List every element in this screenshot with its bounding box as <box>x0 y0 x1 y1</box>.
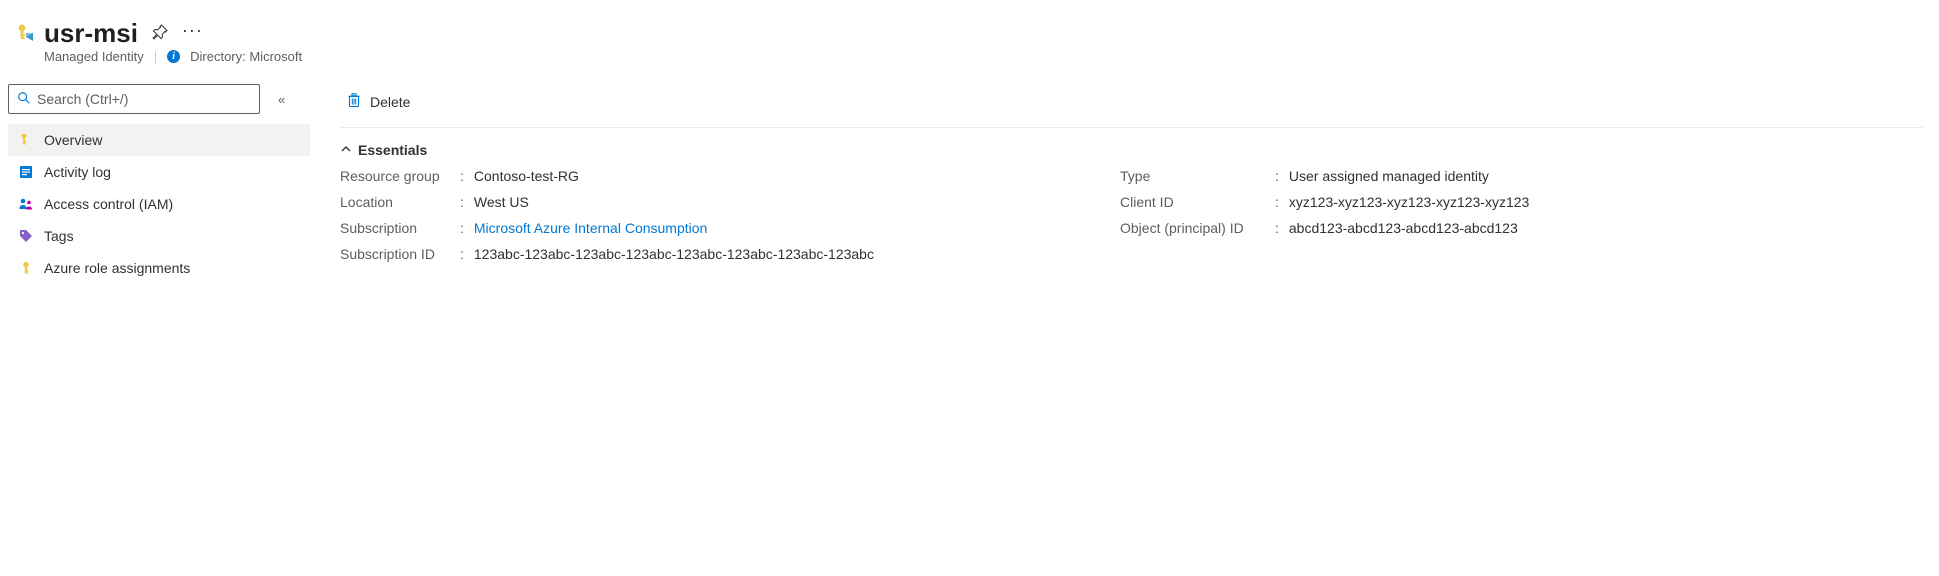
divider: | <box>154 49 157 64</box>
sidebar-item-label: Azure role assignments <box>44 260 190 276</box>
essentials-toggle[interactable]: Essentials <box>340 128 1923 168</box>
field-label: Resource group <box>340 168 460 184</box>
essentials-row-resource-group: Resource group : Contoso-test-RG <box>340 168 1080 184</box>
sidebar: « Overview <box>0 84 310 576</box>
essentials-right-column: Type : User assigned managed identity Cl… <box>1120 168 1529 262</box>
sidebar-item-label: Activity log <box>44 164 111 180</box>
essentials-label: Essentials <box>358 142 427 158</box>
field-label: Subscription ID <box>340 246 460 262</box>
field-value[interactable]: Contoso-test-RG <box>474 168 579 184</box>
sidebar-item-role-assignments[interactable]: Azure role assignments <box>8 252 310 284</box>
access-control-icon <box>18 196 34 212</box>
activity-log-icon <box>18 164 34 180</box>
essentials-row-object-id: Object (principal) ID : abcd123-abcd123-… <box>1120 220 1529 236</box>
essentials-row-client-id: Client ID : xyz123-xyz123-xyz123-xyz123-… <box>1120 194 1529 210</box>
sidebar-item-tags[interactable]: Tags <box>8 220 310 252</box>
collapse-sidebar-icon[interactable]: « <box>278 92 285 107</box>
field-value: User assigned managed identity <box>1289 168 1489 184</box>
field-label: Subscription <box>340 220 460 236</box>
trash-icon <box>346 92 362 111</box>
search-input[interactable] <box>37 91 251 107</box>
main-content: Delete Essentials Resource group : Conto… <box>310 84 1939 576</box>
field-label: Type <box>1120 168 1275 184</box>
field-label: Location <box>340 194 460 210</box>
sidebar-item-label: Overview <box>44 132 102 148</box>
essentials-row-subscription: Subscription : Microsoft Azure Internal … <box>340 220 1080 236</box>
essentials-row-location: Location : West US <box>340 194 1080 210</box>
pin-icon[interactable] <box>152 24 168 43</box>
sidebar-search-box[interactable] <box>8 84 260 114</box>
page-title: usr-msi <box>44 18 138 49</box>
directory-label: Directory: Microsoft <box>190 49 302 64</box>
field-label: Object (principal) ID <box>1120 220 1275 236</box>
chevron-up-icon <box>340 143 352 158</box>
resource-header: usr-msi ··· Managed Identity | i Directo… <box>0 0 1939 68</box>
essentials-grid: Resource group : Contoso-test-RG Locatio… <box>340 168 1923 262</box>
field-value: West US <box>474 194 529 210</box>
sidebar-item-label: Access control (IAM) <box>44 196 173 212</box>
more-icon[interactable]: ··· <box>182 21 203 39</box>
sidebar-item-activity-log[interactable]: Activity log <box>8 156 310 188</box>
field-value[interactable]: 123abc-123abc-123abc-123abc-123abc-123ab… <box>474 246 874 262</box>
delete-label: Delete <box>370 94 410 110</box>
essentials-left-column: Resource group : Contoso-test-RG Locatio… <box>340 168 1080 262</box>
field-label: Client ID <box>1120 194 1275 210</box>
field-value-link[interactable]: Microsoft Azure Internal Consumption <box>474 220 707 236</box>
essentials-row-subscription-id: Subscription ID : 123abc-123abc-123abc-1… <box>340 246 1080 262</box>
field-value[interactable]: abcd123-abcd123-abcd123-abcd123 <box>1289 220 1518 236</box>
sidebar-item-overview[interactable]: Overview <box>8 124 310 156</box>
sidebar-item-access-control[interactable]: Access control (IAM) <box>8 188 310 220</box>
info-icon[interactable]: i <box>167 50 180 63</box>
delete-button[interactable]: Delete <box>340 88 416 115</box>
key-icon <box>18 132 34 148</box>
managed-identity-icon <box>12 22 36 46</box>
essentials-row-type: Type : User assigned managed identity <box>1120 168 1529 184</box>
tags-icon <box>18 228 34 244</box>
sidebar-item-label: Tags <box>44 228 74 244</box>
resource-type-label: Managed Identity <box>44 49 144 64</box>
toolbar: Delete <box>340 84 1923 128</box>
sidebar-nav: Overview Activity log <box>8 124 310 284</box>
search-icon <box>17 91 31 108</box>
field-value[interactable]: xyz123-xyz123-xyz123-xyz123-xyz123 <box>1289 194 1529 210</box>
role-assignments-icon <box>18 260 34 276</box>
